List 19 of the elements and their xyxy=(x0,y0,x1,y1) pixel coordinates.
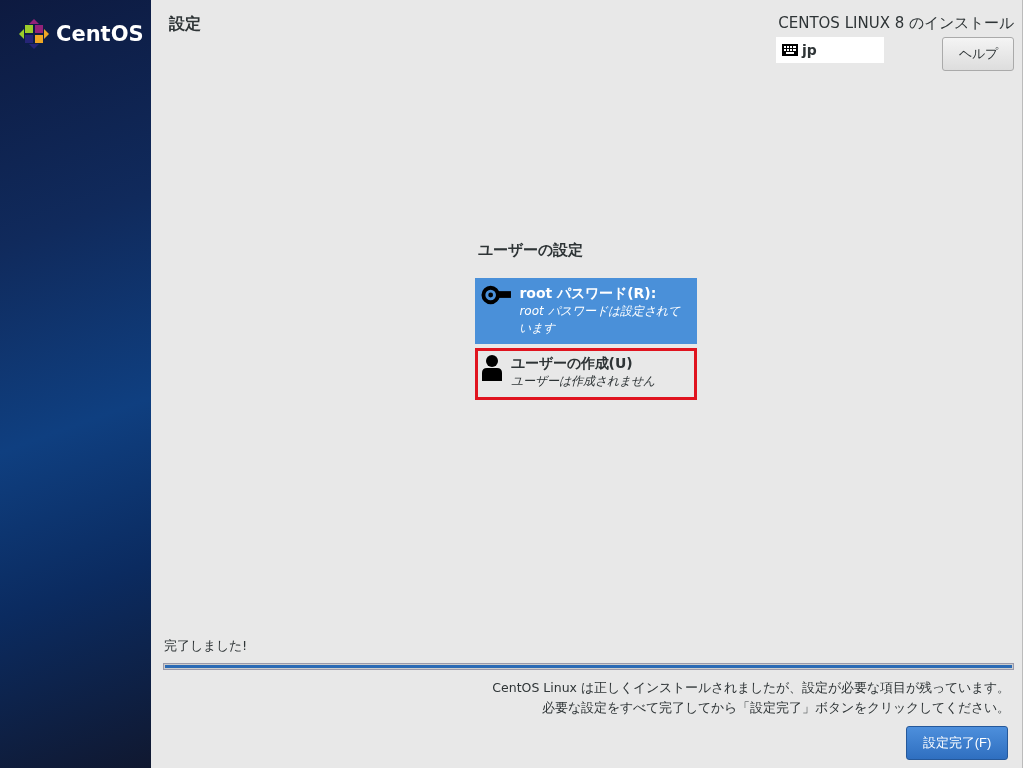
spoke-title: root パスワード(R): xyxy=(519,285,658,303)
status-message: CentOS Linux は正しくインストールされましたが、設定が必要な項目が残っています。 xyxy=(491,679,1010,697)
key-icon xyxy=(480,285,512,305)
help-button[interactable]: ヘルプ xyxy=(942,37,1014,71)
finish-configuration-button[interactable]: 設定完了(F) xyxy=(906,726,1008,760)
spoke-status: root パスワードは設定されています xyxy=(519,303,682,337)
progress-label: 完了しました! xyxy=(164,637,249,655)
product-title: CENTOS LINUX 8 のインストール xyxy=(778,14,1014,33)
page-title: 設定 xyxy=(169,14,201,35)
logo-icon xyxy=(18,18,50,50)
settings-spoke[interactable]: ユーザーの作成(U) ユーザーは作成されません xyxy=(474,348,697,400)
spoke-status: ユーザーは作成されません xyxy=(510,373,656,390)
status-message: 必要な設定をすべて完了してから「設定完了」ボタンをクリックしてください。 xyxy=(541,699,1010,717)
section-title: ユーザーの設定 xyxy=(477,241,584,260)
user-icon xyxy=(480,355,503,381)
keyboard-layout-field[interactable]: jp xyxy=(776,37,884,63)
keyboard-icon xyxy=(782,44,798,56)
spoke-title: ユーザーの作成(U) xyxy=(510,355,634,373)
logo-text: CentOS xyxy=(56,22,144,46)
